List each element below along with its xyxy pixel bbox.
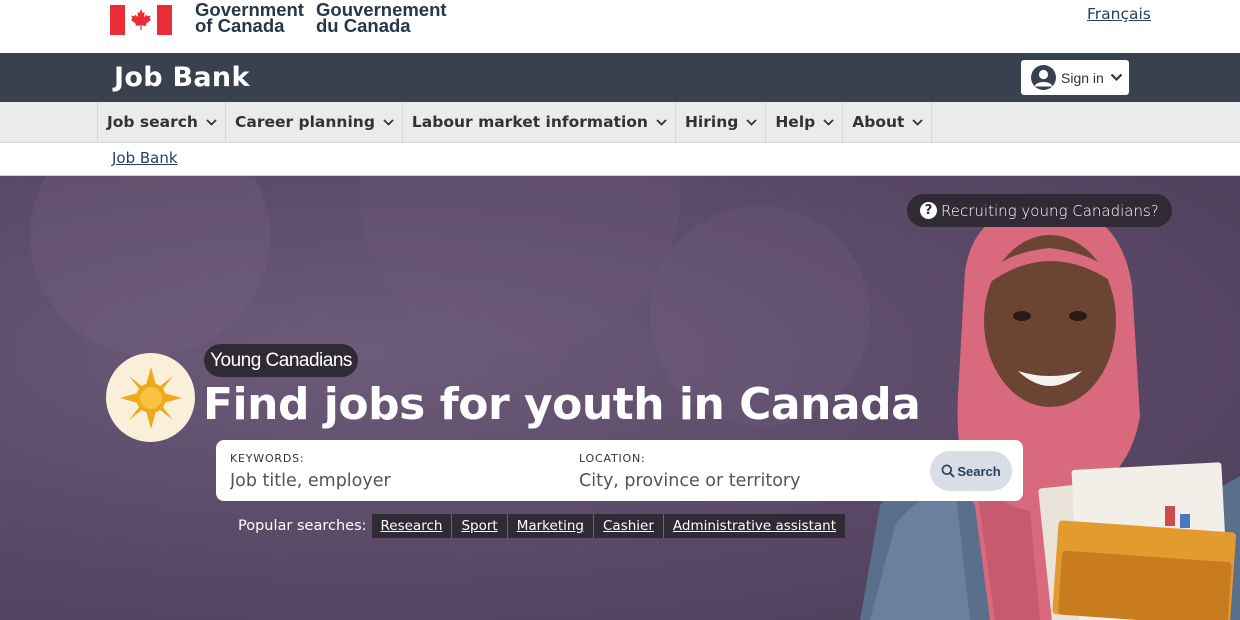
chevron-down-icon (383, 118, 394, 126)
chevron-down-icon (912, 118, 924, 126)
hero-banner: ? Recruiting young Canadians? Young Cana… (0, 176, 1240, 620)
nav-list: Job search Career planning Labour market i… (97, 102, 933, 142)
popular-searches: Popular searches: Research Sport Marketing… (238, 514, 846, 538)
wordmark-fr-line2: du Canada (316, 15, 411, 36)
chevron-down-icon (823, 118, 834, 126)
job-search-form: Keywords: Location: Search (216, 440, 1023, 501)
nav-item-help[interactable]: Help (765, 102, 842, 142)
popular-search-link[interactable]: Cashier (593, 514, 663, 538)
location-label: Location: (579, 452, 646, 465)
popular-search-link[interactable]: Administrative assistant (662, 514, 845, 538)
canada-flag-icon (110, 5, 172, 35)
nav-item-label: Hiring (684, 113, 739, 131)
chevron-down-icon (746, 118, 757, 126)
government-wordmark-en: Government of Canada (195, 0, 304, 36)
chevron-down-icon (1110, 73, 1123, 82)
popular-search-link[interactable]: Marketing (506, 514, 593, 538)
young-canadians-tag: Young Canadians (204, 344, 358, 377)
nav-item-label: About (852, 113, 905, 131)
nav-item-about[interactable]: About (842, 102, 933, 142)
breadcrumb-link-job-bank[interactable]: Job Bank (112, 149, 178, 167)
government-header: Government of Canada Gouvernement du Can… (0, 0, 1240, 53)
main-navigation: Job search Career planning Labour market i… (0, 102, 1240, 143)
search-icon (941, 464, 955, 478)
chevron-down-icon (656, 118, 667, 126)
nav-item-job-search[interactable]: Job search (97, 102, 225, 142)
popular-search-link[interactable]: Sport (451, 514, 506, 538)
user-avatar-icon (1031, 65, 1056, 90)
location-input[interactable] (579, 469, 899, 493)
language-toggle-link[interactable]: Français (1087, 5, 1151, 23)
question-circle-icon: ? (920, 202, 937, 219)
nav-item-label: Career planning (234, 113, 375, 131)
nav-item-label: Job search (107, 113, 198, 131)
location-field: Location: (579, 440, 909, 501)
hero-title: Find jobs for youth in Canada (203, 379, 921, 430)
chevron-down-icon (206, 118, 217, 126)
sign-in-button[interactable]: Sign in (1021, 60, 1129, 95)
search-button[interactable]: Search (930, 451, 1012, 491)
recruiting-link-label: Recruiting young Canadians? (941, 201, 1159, 220)
app-title[interactable]: Job Bank (114, 62, 250, 93)
sun-icon (106, 353, 195, 442)
popular-searches-label: Popular searches: (238, 518, 367, 534)
keywords-input[interactable] (230, 469, 550, 493)
keywords-label: Keywords: (230, 452, 305, 465)
keywords-field: Keywords: (230, 440, 560, 501)
sign-in-label: Sign in (1061, 69, 1104, 86)
popular-search-link[interactable]: Research (372, 514, 452, 538)
popular-search-chips: Research Sport Marketing Cashier Administrat… (371, 514, 846, 538)
nav-item-label: Labour market information (411, 113, 648, 131)
wordmark-en-line2: of Canada (195, 15, 285, 36)
nav-item-label: Help (775, 113, 816, 131)
breadcrumb: Job Bank (0, 143, 1240, 176)
search-button-label: Search (957, 463, 1001, 479)
recruiting-young-canadians-link[interactable]: ? Recruiting young Canadians? (907, 194, 1172, 227)
nav-item-hiring[interactable]: Hiring (674, 102, 765, 142)
nav-item-labour-market-information[interactable]: Labour market information (401, 102, 675, 142)
app-banner: Job Bank Sign in (0, 53, 1240, 102)
government-wordmark-fr: Gouvernement du Canada (316, 0, 447, 36)
nav-item-career-planning[interactable]: Career planning (224, 102, 402, 142)
